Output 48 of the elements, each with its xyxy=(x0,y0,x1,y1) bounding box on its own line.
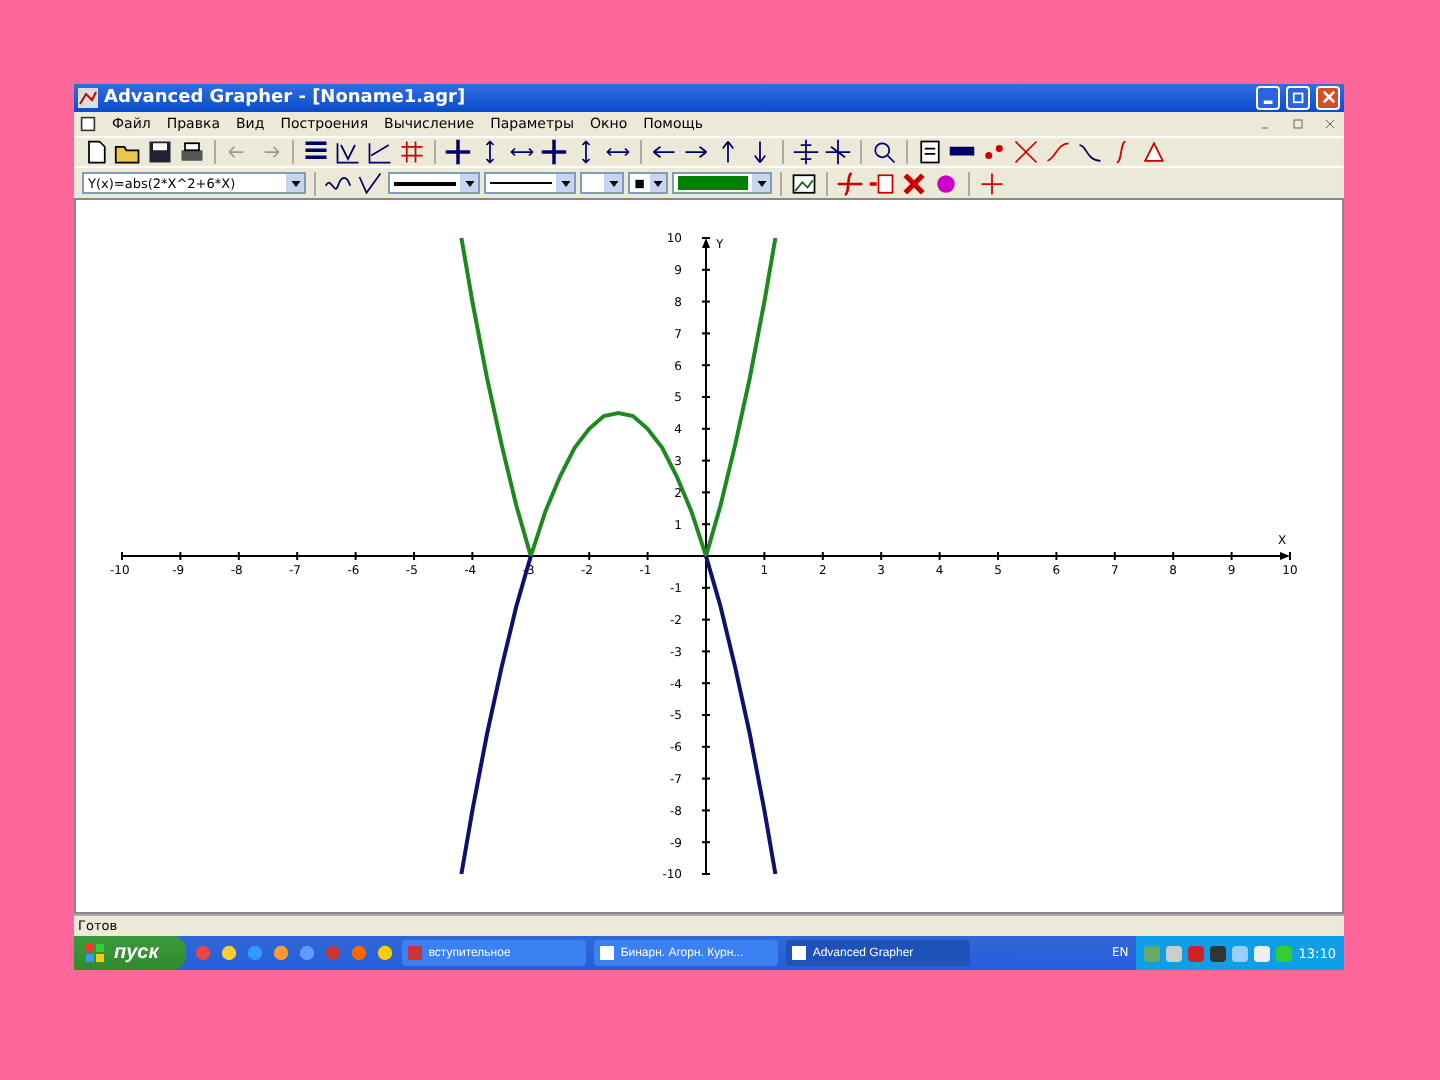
dropdown-arrow-icon[interactable] xyxy=(649,174,666,193)
close-button[interactable] xyxy=(1316,85,1340,110)
start-button[interactable]: пуск xyxy=(74,936,187,970)
triangle-icon[interactable] xyxy=(1140,138,1168,167)
picture-icon[interactable] xyxy=(790,169,818,198)
marker-icon xyxy=(634,177,646,190)
dropdown-arrow-icon[interactable] xyxy=(604,174,622,193)
line-style-swatch xyxy=(394,181,456,186)
window-title: Advanced Grapher - [Noname1.agr] xyxy=(104,87,468,108)
axes-icon[interactable] xyxy=(792,138,820,167)
restore-button[interactable] xyxy=(1286,85,1310,110)
dropdown-arrow-icon[interactable] xyxy=(556,174,574,193)
axes-icon[interactable] xyxy=(824,138,852,167)
move-icon[interactable] xyxy=(444,138,472,167)
dropdown-arrow-icon[interactable] xyxy=(286,174,304,193)
check-curve-icon[interactable] xyxy=(356,169,384,198)
dropdown[interactable] xyxy=(580,172,624,195)
minimize-button[interactable] xyxy=(1256,85,1280,110)
function-graph-icon[interactable] xyxy=(334,138,362,167)
line-style-swatch xyxy=(490,182,552,185)
dropdown-arrow-icon[interactable] xyxy=(752,174,770,193)
move-icon[interactable] xyxy=(540,138,568,167)
windows-logo-icon xyxy=(86,943,106,963)
curve-icon[interactable] xyxy=(1076,138,1104,167)
document-icon[interactable] xyxy=(80,115,96,132)
window-icon xyxy=(408,946,423,960)
table-icon[interactable] xyxy=(916,138,944,167)
dropdown-arrow-icon[interactable] xyxy=(460,174,478,193)
close-icon xyxy=(1321,90,1335,105)
app-icon xyxy=(78,87,98,108)
window-icon xyxy=(792,946,807,960)
new-page-icon[interactable] xyxy=(82,138,110,167)
tangent-icon[interactable] xyxy=(366,138,394,167)
window-icon xyxy=(600,946,615,960)
crosshair-icon[interactable] xyxy=(978,169,1006,198)
zoom-icon[interactable] xyxy=(870,138,898,167)
dropdown[interactable] xyxy=(628,172,668,195)
dropdown[interactable] xyxy=(484,172,576,195)
dropdown[interactable] xyxy=(388,172,480,195)
restore-icon xyxy=(1291,90,1305,105)
remove-icon[interactable] xyxy=(868,169,896,198)
derivative-icon[interactable] xyxy=(1044,138,1072,167)
color-swatch xyxy=(678,176,748,191)
intersection-icon[interactable] xyxy=(1012,138,1040,167)
grid-icon[interactable] xyxy=(398,138,426,167)
delete-icon[interactable] xyxy=(900,169,928,198)
printer-icon[interactable] xyxy=(178,138,206,167)
function-icon[interactable] xyxy=(836,169,864,198)
